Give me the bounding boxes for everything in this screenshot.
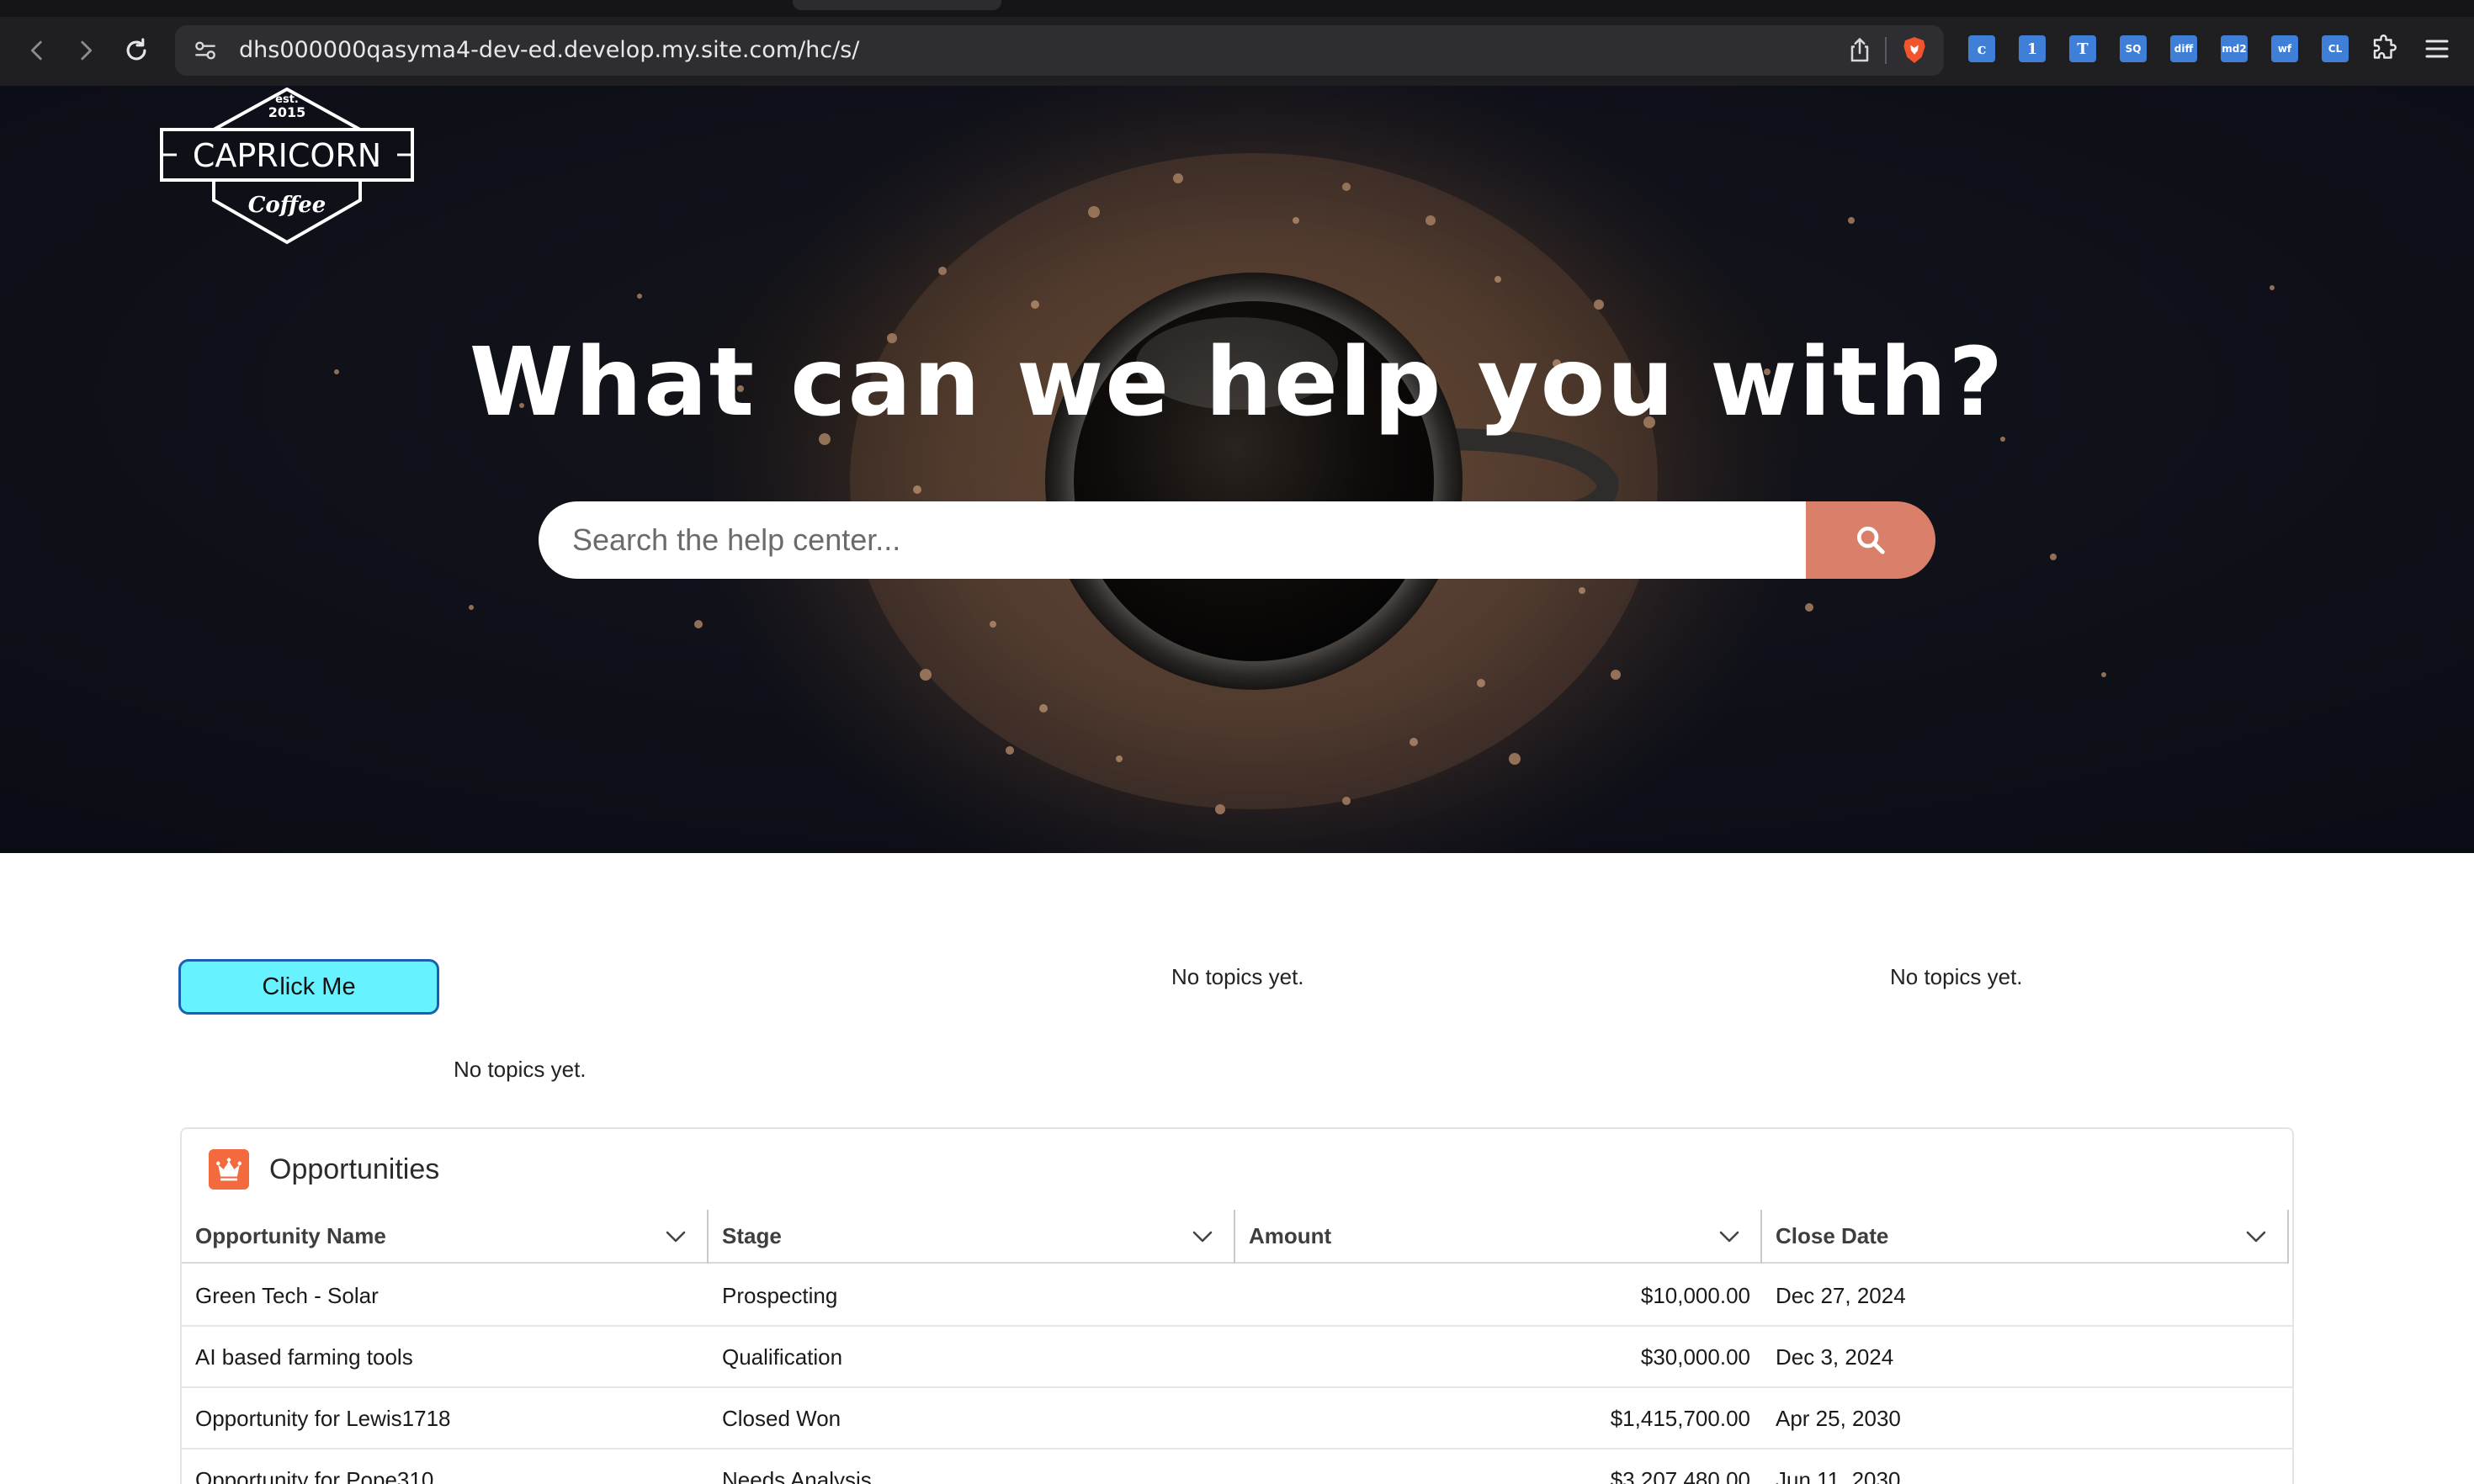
search-icon bbox=[1857, 527, 1885, 554]
opportunities-header: Opportunities bbox=[209, 1149, 439, 1190]
chevron-down-icon[interactable] bbox=[1717, 1228, 1741, 1245]
cell-close-date: Apr 25, 2030 bbox=[1776, 1406, 1901, 1431]
table-row[interactable]: Opportunity for Pope310 Needs Analysis $… bbox=[182, 1450, 2292, 1484]
cell-close-date: Jun 11, 2030 bbox=[1776, 1467, 1901, 1484]
logo-brand-text: CAPRICORN bbox=[193, 137, 381, 174]
reload-icon bbox=[126, 38, 146, 61]
extension-md2-icon[interactable]: md2 bbox=[2221, 35, 2248, 62]
extension-1-icon[interactable]: 1 bbox=[2019, 35, 2046, 62]
active-tab[interactable] bbox=[793, 0, 1001, 10]
hero-banner: est. 2015 CAPRICORN Coffee What can we h… bbox=[0, 86, 2474, 853]
opportunities-title[interactable]: Opportunities bbox=[269, 1153, 439, 1186]
topics-empty-message: No topics yet. bbox=[1890, 964, 2023, 989]
cell-close-date: Dec 27, 2024 bbox=[1776, 1283, 1906, 1308]
cell-stage: Prospecting bbox=[722, 1283, 838, 1308]
extension-t-icon[interactable]: T bbox=[2069, 35, 2096, 62]
table-row[interactable]: Opportunity for Lewis1718 Closed Won $1,… bbox=[182, 1388, 2292, 1450]
cell-amount: $3,207,480.00 bbox=[1610, 1467, 1750, 1484]
cell-stage: Closed Won bbox=[722, 1406, 841, 1431]
column-header-stage[interactable]: Stage bbox=[709, 1210, 1234, 1264]
tab-strip bbox=[0, 0, 2474, 17]
cell-opportunity-name[interactable]: Opportunity for Lewis1718 bbox=[195, 1388, 451, 1450]
extension-sq-icon[interactable]: SQ bbox=[2120, 35, 2147, 62]
cell-stage: Needs Analysis bbox=[722, 1467, 872, 1484]
cell-opportunity-name[interactable]: Green Tech - Solar bbox=[195, 1265, 379, 1327]
help-center-search bbox=[539, 501, 1935, 579]
extensions-puzzle-icon[interactable] bbox=[2370, 34, 2400, 64]
address-bar[interactable]: dhs000000qasyma4-dev-ed.develop.my.site.… bbox=[175, 25, 1944, 76]
table-row[interactable]: Green Tech - Solar Prospecting $10,000.0… bbox=[182, 1265, 2292, 1327]
url-divider bbox=[1885, 37, 1887, 64]
column-divider[interactable] bbox=[2287, 1210, 2289, 1264]
reload-button[interactable] bbox=[118, 32, 155, 69]
opportunities-card: Opportunities Opportunity Name Stage Amo… bbox=[180, 1127, 2294, 1484]
column-header-close-date[interactable]: Close Date bbox=[1762, 1210, 2287, 1264]
extension-wf-icon[interactable]: wf bbox=[2271, 35, 2298, 62]
opportunity-crown-icon bbox=[209, 1149, 249, 1190]
browser-toolbar: dhs000000qasyma4-dev-ed.develop.my.site.… bbox=[0, 0, 2474, 86]
brave-shields-icon[interactable] bbox=[1898, 34, 1930, 66]
topics-empty-message: No topics yet. bbox=[1171, 964, 1304, 989]
extension-c-icon[interactable]: c bbox=[1968, 35, 1995, 62]
search-input[interactable] bbox=[539, 501, 1808, 579]
logo-year-text: 2015 bbox=[268, 104, 306, 120]
cell-amount: $1,415,700.00 bbox=[1610, 1406, 1750, 1431]
capricorn-coffee-logo[interactable]: est. 2015 CAPRICORN Coffee bbox=[158, 86, 416, 246]
site-settings-icon[interactable] bbox=[192, 37, 219, 64]
chevron-left-icon bbox=[30, 40, 42, 61]
table-row[interactable]: AI based farming tools Qualification $30… bbox=[182, 1327, 2292, 1388]
cell-close-date: Dec 3, 2024 bbox=[1776, 1344, 1894, 1370]
chevron-down-icon[interactable] bbox=[664, 1228, 688, 1245]
forward-button[interactable] bbox=[67, 32, 104, 69]
cell-opportunity-name[interactable]: AI based farming tools bbox=[195, 1327, 413, 1388]
logo-sub-text: Coffee bbox=[248, 193, 327, 218]
topics-empty-message: No topics yet. bbox=[454, 1057, 587, 1082]
search-button[interactable] bbox=[1806, 501, 1935, 579]
extension-diff-icon[interactable]: diff bbox=[2170, 35, 2197, 62]
chevron-down-icon[interactable] bbox=[1191, 1228, 1214, 1245]
chevron-down-icon[interactable] bbox=[2244, 1228, 2268, 1245]
cell-amount: $30,000.00 bbox=[1640, 1344, 1750, 1370]
cell-amount: $10,000.00 bbox=[1640, 1283, 1750, 1308]
column-header-opportunity-name[interactable]: Opportunity Name bbox=[182, 1210, 707, 1264]
url-text[interactable]: dhs000000qasyma4-dev-ed.develop.my.site.… bbox=[239, 37, 859, 64]
back-button[interactable] bbox=[19, 32, 56, 69]
extension-cl-icon[interactable]: CL bbox=[2322, 35, 2349, 62]
column-header-amount[interactable]: Amount bbox=[1235, 1210, 1760, 1264]
chevron-right-icon bbox=[81, 40, 93, 61]
menu-icon[interactable] bbox=[2422, 34, 2452, 64]
click-me-button[interactable]: Click Me bbox=[178, 959, 439, 1015]
cell-stage: Qualification bbox=[722, 1344, 843, 1370]
share-icon[interactable] bbox=[1845, 35, 1875, 66]
hero-heading: What can we help you with? bbox=[469, 328, 2005, 437]
cell-opportunity-name[interactable]: Opportunity for Pope310 bbox=[195, 1450, 433, 1484]
